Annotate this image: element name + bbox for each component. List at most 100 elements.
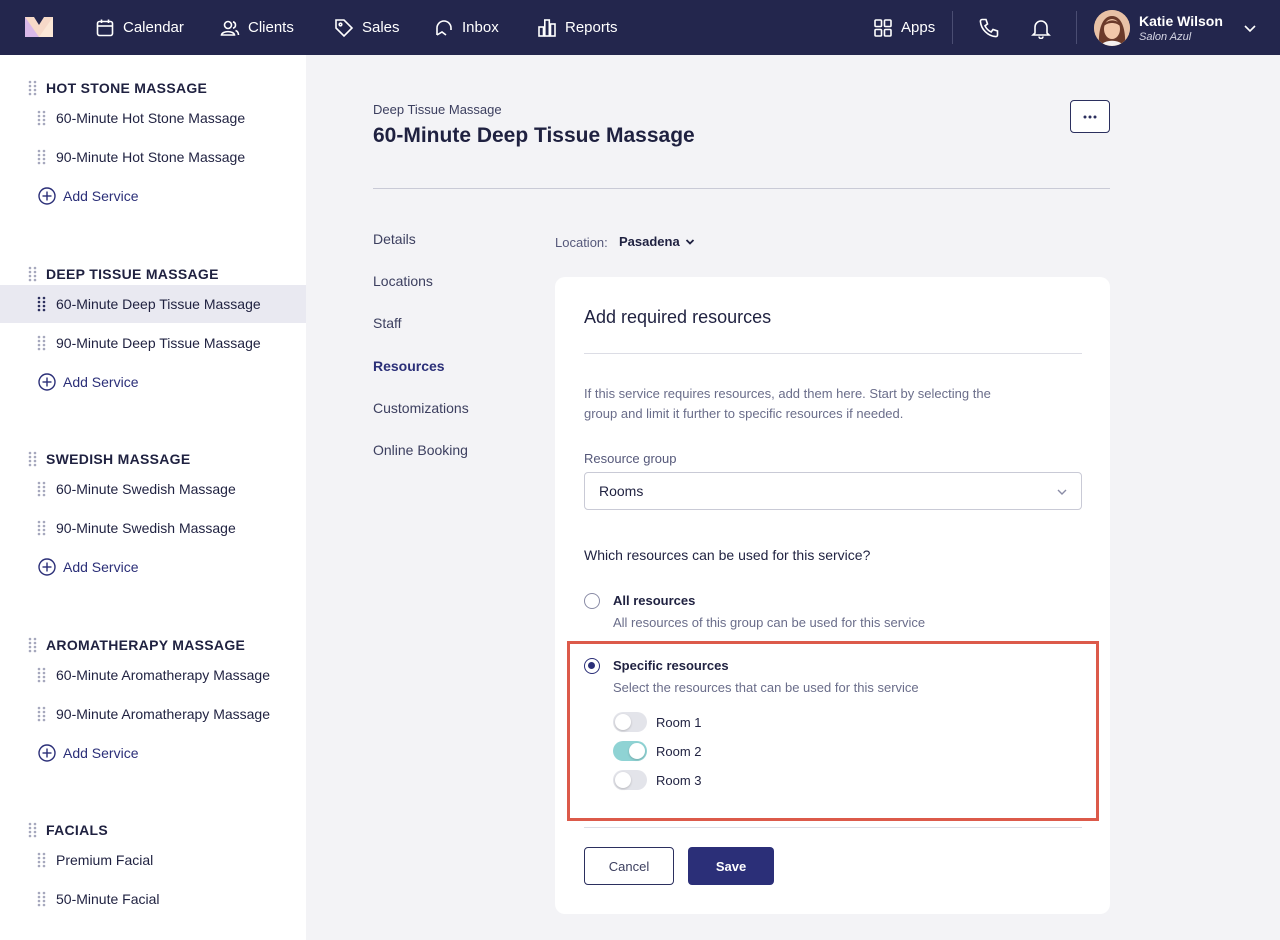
resource-toggle-row[interactable]: Room 1	[613, 712, 702, 732]
service-item[interactable]: 90-Minute Deep Tissue Massage	[0, 324, 306, 362]
drag-handle-icon[interactable]	[37, 706, 46, 722]
calendar-icon	[96, 19, 114, 36]
tab-online-booking[interactable]: Online Booking	[373, 442, 468, 458]
tab-details[interactable]: Details	[373, 231, 416, 247]
resource-group-select[interactable]: Rooms	[584, 472, 1082, 510]
resource-toggle[interactable]	[613, 741, 647, 761]
service-label: Premium Facial	[56, 852, 154, 868]
category-header[interactable]: DEEP TISSUE MASSAGE	[28, 264, 219, 284]
location-value: Pasadena	[619, 234, 680, 249]
add-service-label: Add Service	[63, 188, 139, 204]
add-service-label: Add Service	[63, 744, 139, 761]
cancel-button[interactable]: Cancel	[584, 847, 674, 885]
top-nav-bar: Calendar Clients Sales Inbox Reports App…	[0, 0, 1280, 55]
drag-handle-icon[interactable]	[37, 110, 46, 126]
apps-grid-icon	[874, 18, 892, 37]
nav-calendar-label: Calendar	[123, 19, 184, 36]
ellipsis-icon	[1083, 115, 1097, 118]
service-item[interactable]: Premium Facial	[0, 841, 306, 879]
location-selector[interactable]: Pasadena	[619, 234, 695, 249]
header-divider	[373, 188, 1110, 189]
services-sidebar: HOT STONE MASSAGE 60-Minute Hot Stone Mas…	[0, 55, 306, 940]
add-service-label: Add Service	[63, 559, 139, 575]
service-item[interactable]: 60-Minute Aromatherapy Massage	[0, 656, 306, 694]
resource-toggle[interactable]	[613, 770, 647, 790]
add-circle-icon	[38, 187, 56, 205]
nav-apps[interactable]: Apps	[873, 0, 935, 55]
service-label: 90-Minute Aromatherapy Massage	[56, 705, 270, 722]
tab-customizations[interactable]: Customizations	[373, 400, 469, 416]
service-label: 90-Minute Hot Stone Massage	[56, 149, 246, 165]
drag-handle-icon[interactable]	[28, 80, 37, 96]
user-salon: Salon Azul	[1139, 31, 1192, 43]
chevron-down-icon[interactable]	[1243, 21, 1257, 35]
service-label: 60-Minute Hot Stone Massage	[56, 110, 246, 126]
add-service-button[interactable]: Add Service	[38, 187, 138, 205]
drag-handle-icon[interactable]	[37, 520, 46, 536]
tab-staff[interactable]: Staff	[373, 315, 402, 331]
inbox-icon	[436, 19, 452, 36]
logo-icon[interactable]	[25, 17, 53, 37]
service-item[interactable]: 90-Minute Hot Stone Massage	[0, 138, 306, 176]
resources-question: Which resources can be used for this ser…	[584, 547, 871, 563]
drag-handle-icon[interactable]	[28, 266, 37, 282]
avatar[interactable]	[1094, 10, 1130, 46]
nav-clients[interactable]: Clients	[220, 0, 294, 55]
clients-icon	[220, 20, 240, 36]
tag-icon	[335, 18, 354, 37]
card-title: Add required resources	[584, 307, 772, 327]
drag-handle-icon[interactable]	[37, 481, 46, 497]
service-item[interactable]: 60-Minute Swedish Massage	[0, 470, 306, 508]
nav-divider	[1076, 11, 1077, 44]
drag-handle-icon[interactable]	[37, 149, 46, 165]
resource-label: Room 2	[656, 743, 702, 759]
resource-toggle-row[interactable]: Room 3	[613, 770, 702, 790]
page-title: 60-Minute Deep Tissue Massage	[373, 124, 695, 147]
service-item[interactable]: 90-Minute Aromatherapy Massage	[0, 695, 306, 733]
drag-handle-icon[interactable]	[37, 667, 46, 683]
all-resources-title[interactable]: All resources	[613, 593, 695, 608]
nav-sales[interactable]: Sales	[334, 0, 400, 55]
category-header[interactable]: FACIALS	[28, 820, 108, 840]
category-title: AROMATHERAPY MASSAGE	[46, 636, 246, 653]
service-label: 60-Minute Aromatherapy Massage	[56, 666, 270, 683]
tab-resources[interactable]: Resources	[373, 358, 445, 374]
avatar-portrait-icon	[1094, 10, 1130, 46]
add-circle-icon	[38, 372, 56, 391]
nav-sales-label: Sales	[362, 19, 400, 36]
add-circle-icon	[38, 558, 56, 576]
add-service-button[interactable]: Add Service	[38, 372, 138, 391]
service-item[interactable]: 60-Minute Deep Tissue Massage	[0, 284, 306, 323]
nav-calendar[interactable]: Calendar	[95, 0, 184, 55]
category-header[interactable]: AROMATHERAPY MASSAGE	[28, 635, 245, 655]
footer-divider	[584, 827, 1082, 828]
user-name[interactable]: Katie Wilson	[1139, 13, 1223, 29]
category-header[interactable]: HOT STONE MASSAGE	[28, 78, 207, 98]
drag-handle-icon[interactable]	[28, 637, 37, 653]
drag-handle-icon[interactable]	[28, 451, 37, 467]
more-options-button[interactable]	[1070, 100, 1110, 133]
drag-handle-icon[interactable]	[37, 296, 46, 312]
service-item[interactable]: 60-Minute Hot Stone Massage	[0, 99, 306, 137]
tab-locations[interactable]: Locations	[373, 273, 433, 289]
phone-icon[interactable]	[978, 17, 1000, 39]
category-header[interactable]: SWEDISH MASSAGE	[28, 449, 191, 469]
add-service-button[interactable]: Add Service	[38, 743, 139, 762]
resource-toggle[interactable]	[613, 712, 647, 732]
drag-handle-icon[interactable]	[37, 335, 46, 351]
add-service-button[interactable]: Add Service	[38, 558, 138, 576]
breadcrumb[interactable]: Deep Tissue Massage	[373, 102, 502, 117]
drag-handle-icon[interactable]	[28, 822, 37, 838]
resource-toggle-row[interactable]: Room 2	[613, 741, 702, 761]
drag-handle-icon[interactable]	[37, 891, 46, 907]
service-item[interactable]: 90-Minute Swedish Massage	[0, 509, 306, 547]
service-item[interactable]: 50-Minute Facial	[0, 880, 306, 918]
nav-reports[interactable]: Reports	[537, 0, 618, 55]
all-resources-radio[interactable]	[584, 593, 600, 609]
service-label: 90-Minute Deep Tissue Massage	[56, 334, 261, 351]
nav-reports-label: Reports	[565, 19, 618, 36]
drag-handle-icon[interactable]	[37, 852, 46, 868]
bell-icon[interactable]	[1030, 17, 1052, 39]
save-button[interactable]: Save	[688, 847, 774, 885]
nav-inbox[interactable]: Inbox	[434, 0, 499, 55]
